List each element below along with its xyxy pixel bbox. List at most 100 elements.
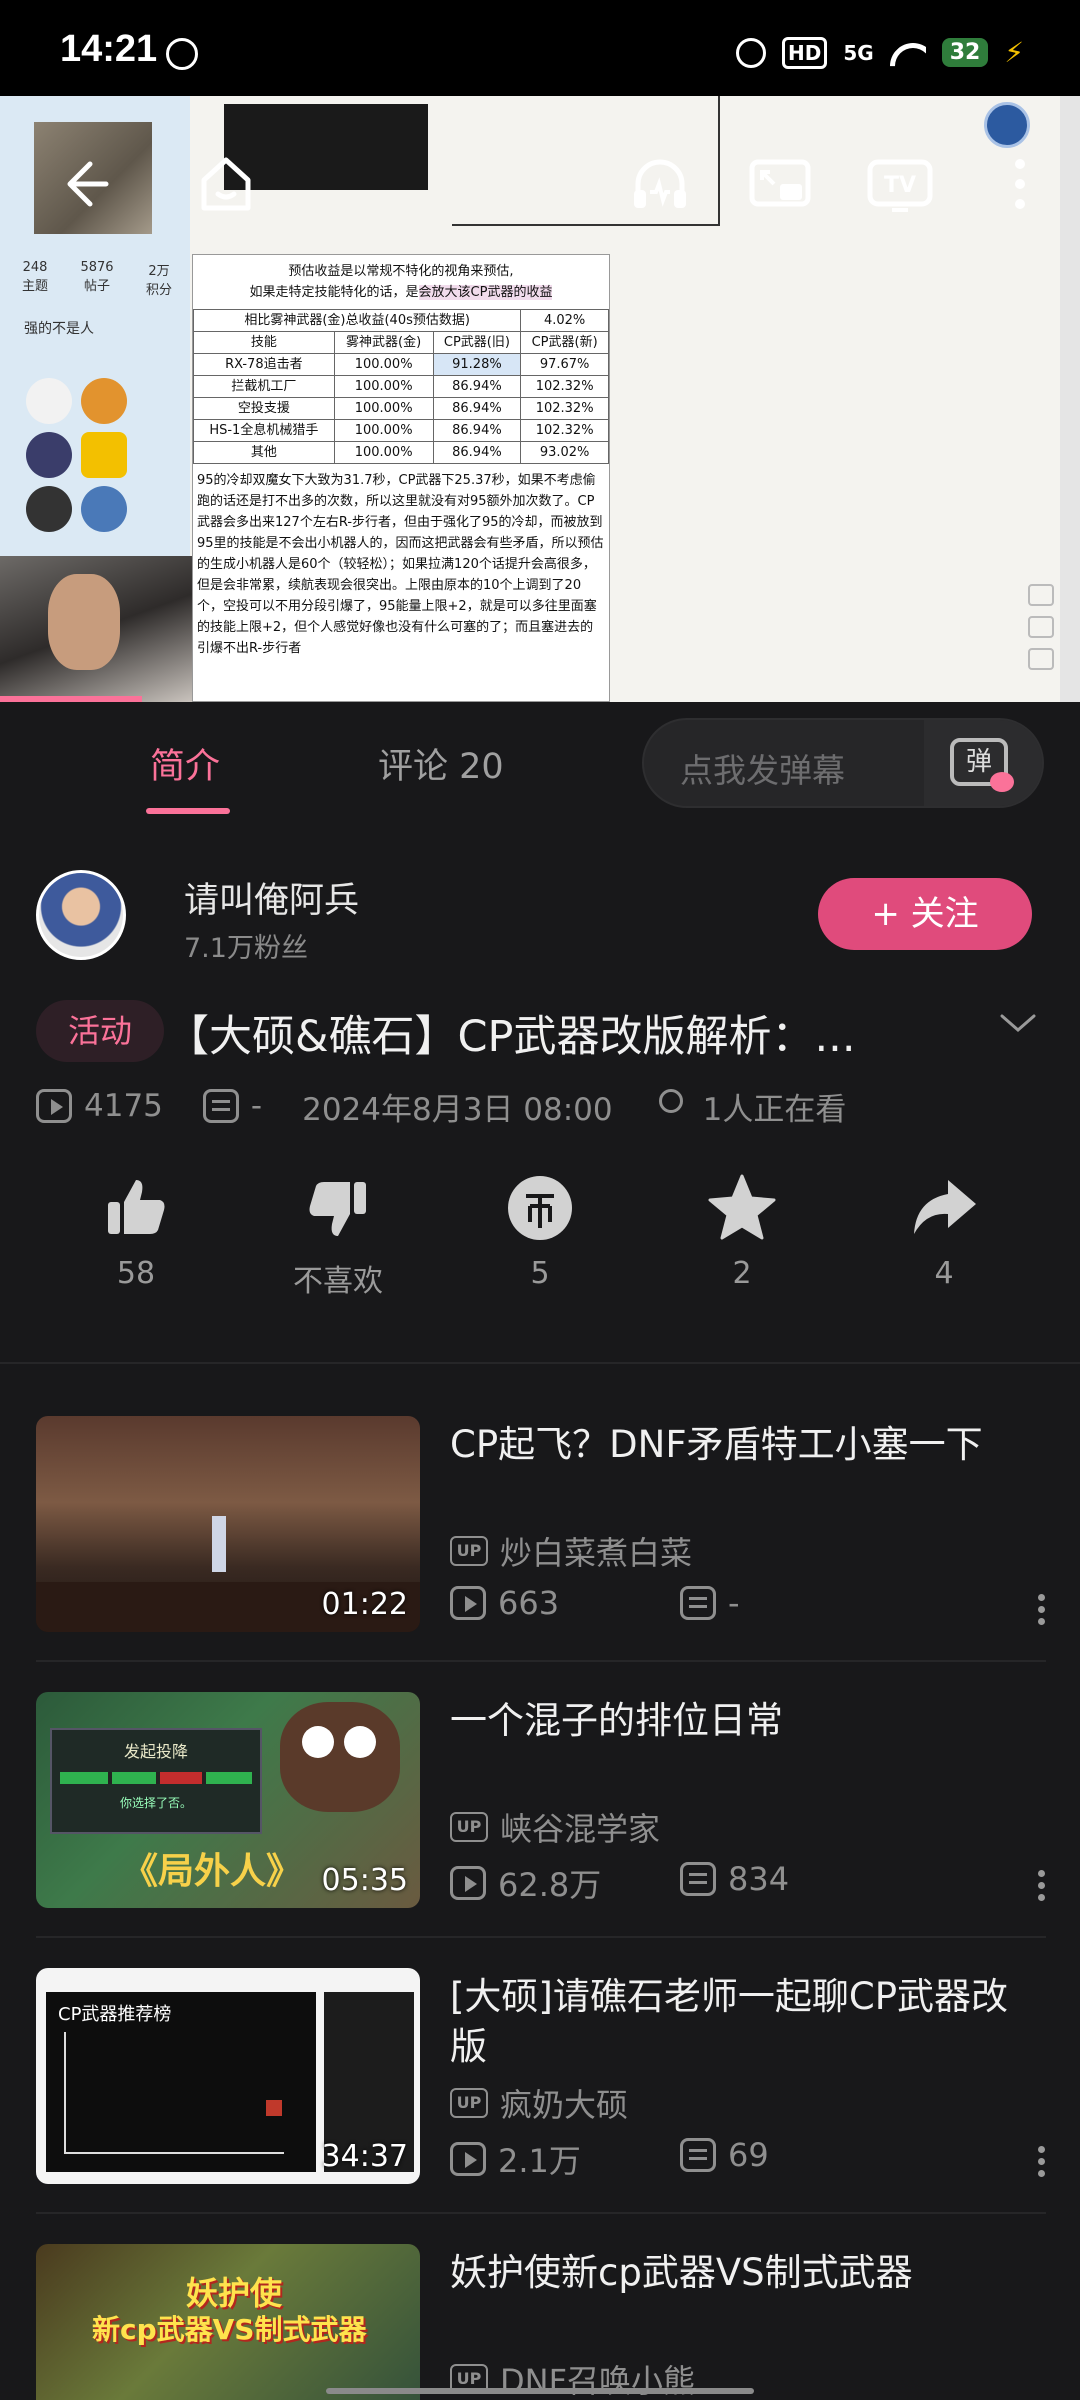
avatar[interactable] [36,870,126,960]
video-title[interactable]: CP起飞？DNF矛盾特工小塞一下 [450,1420,1040,1470]
thumb-vote-bar [60,1772,252,1784]
table-title: 相比雾神武器(金)总收益(40s预估数据) [192,309,522,332]
forum-stat-value: 248 [22,260,48,275]
table-header-cell: CP武器(旧) [432,331,522,354]
home-indicator[interactable] [326,2388,754,2394]
video-player[interactable]: 248 主题 5876 帖子 2万 积分 强的不是人 预估收益是以常规不特化的视角来预… [0,96,1080,702]
video-thumbnail[interactable]: CP武器推荐榜 34:37 [36,1968,420,2184]
doc-note-prefix: 如果走特定技能特化的话，是 [249,285,419,300]
uploader-name[interactable]: 峡谷混学家 [500,1804,660,1850]
table-header-cell: 技能 [193,331,335,354]
table-cell: 100.00% [333,375,434,398]
follow-button[interactable]: + 关注 [818,878,1032,950]
view-count: 2.1万 [498,2142,581,2180]
cast-tv-icon[interactable]: TV [866,150,934,218]
danmaku-count-icon [680,1586,716,1620]
play-count-icon [36,1089,72,1123]
video-thumbnail[interactable]: 发起投降 你选择了否。 《局外人》 05:35 [36,1692,420,1908]
table-row: 其他 100.00% 86.94% 93.02% [193,441,609,464]
list-item[interactable]: 妖护使 新cp武器VS制式武器 妖护使新cp武器VS制式武器 UP DNF召唤小熊 [36,2244,1046,2400]
table-row: 拦截机工厂 100.00% 86.94% 102.32% [193,375,609,398]
danmaku-count-icon [680,2138,716,2172]
uploader-name[interactable]: 炒白菜煮白菜 [500,1528,692,1574]
forum-stat-label: 积分 [145,283,172,298]
status-bar: 14:21 HD 5G 32 ⚡ [0,0,1080,96]
status-icons: HD 5G 32 ⚡ [736,36,1024,69]
doc-note-highlight: 会放大该CP武器的收益 [418,285,553,300]
table-cell: 空投支援 [193,397,335,420]
tab-intro[interactable]: 简介 [150,738,220,789]
tab-comments[interactable]: 评论 20 [378,738,504,789]
thumb-character [212,1516,226,1572]
status-time: 14:21 [60,28,158,70]
like-button[interactable]: 58 [56,1172,216,1291]
favorite-button[interactable]: 2 [662,1172,822,1291]
table-header: 技能 雾神武器(金) CP武器(旧) CP武器(新) [193,331,609,354]
table-cell: 100.00% [333,419,434,442]
table-row: HS-1全息机械猎手 100.00% 86.94% 102.32% [193,419,609,442]
divider [36,2212,1046,2214]
share-button[interactable]: 4 [864,1172,1024,1291]
list-item[interactable]: 01:22 CP起飞？DNF矛盾特工小塞一下 UP 炒白菜煮白菜 663 - [36,1416,1046,1636]
dislike-button[interactable]: 不喜欢 [258,1172,418,1300]
audio-icon[interactable] [626,150,694,218]
more-options-icon[interactable] [1038,1594,1046,1628]
table-title-value: 4.02% [520,309,609,332]
thumb-overlay-text: 发起投降 [123,1742,188,1761]
table-cell: 86.94% [432,375,522,398]
table-cell: 97.67% [520,353,609,376]
battery-icon: 32 [941,38,989,67]
badge-icon [81,432,128,478]
dislike-label: 不喜欢 [293,1264,383,1299]
video-title[interactable]: [大硕]请礁石老师一起聊CP武器改版 [450,1972,1040,2072]
table-header-cell: CP武器(新) [520,331,609,354]
alarm-icon [736,37,767,68]
like-count: 58 [116,1256,156,1291]
table-cell: RX-78追击者 [193,353,335,376]
danmu-toggle-button[interactable]: 弹 [924,720,1042,806]
more-options-icon[interactable] [1038,2146,1046,2180]
badge-icon [26,486,72,532]
chevron-down-icon[interactable] [998,1004,1038,1044]
play-count-icon [450,1866,486,1900]
pip-icon[interactable] [746,150,814,218]
forum-stat-label: 主题 [22,279,49,294]
table-cell: 100.00% [333,397,434,420]
video-title[interactable]: 【大硕&礁石】CP武器改版解析：... [166,1002,956,1064]
coin-button[interactable]: 5 [460,1172,620,1291]
table-row: 空投支援 100.00% 86.94% 102.32% [193,397,609,420]
danmu-icon: 弹 [950,738,1014,792]
list-item[interactable]: CP武器推荐榜 34:37 [大硕]请礁石老师一起聊CP武器改版 UP 疯奶大硕 … [36,1968,1046,2188]
up-icon: UP [450,1812,488,1842]
divider [36,1936,1046,1938]
home-icon[interactable] [192,150,260,218]
badge-icon [81,378,128,424]
back-icon[interactable] [50,150,118,218]
favorite-count: 2 [732,1256,752,1291]
star-icon [706,1172,778,1244]
list-item[interactable]: 发起投降 你选择了否。 《局外人》 05:35 一个混子的排位日常 UP 峡谷混学… [36,1692,1046,1912]
more-options-icon[interactable] [1038,1870,1046,1904]
video-duration: 05:35 [321,1863,408,1898]
uploader-name[interactable]: 请叫俺阿兵 [184,872,359,923]
activity-tag[interactable]: 活动 [36,1000,164,1062]
doc-body-text: 95的冷却双魔女下大致为31.7秒，CP武器下25.37秒，如果不考虑偷跑的话还… [197,473,604,656]
doc-note: 预估收益是以常规不特化的视角来预估, 如果走特定技能特化的话，是会放大该CP武器… [193,255,609,309]
coin-icon [504,1172,576,1244]
uploader-name[interactable]: 疯奶大硕 [500,2080,628,2126]
video-duration: 01:22 [321,1587,408,1622]
thumb-caption: 《局外人》 [122,1851,303,1892]
video-thumbnail[interactable]: 妖护使 新cp武器VS制式武器 [36,2244,420,2400]
video-thumbnail[interactable]: 01:22 [36,1416,420,1632]
danmu-input[interactable]: 点我发弹幕 弹 [642,718,1044,808]
badge-icon [26,378,72,424]
video-title[interactable]: 一个混子的排位日常 [450,1696,1040,1746]
table-cell: 拦截机工厂 [193,375,335,398]
more-icon[interactable] [986,150,1054,218]
tab-indicator [146,808,230,814]
video-title[interactable]: 妖护使新cp武器VS制式武器 [450,2248,1040,2298]
comment-tool-icon [1028,584,1054,606]
list-tool-icon [1028,648,1054,670]
divider [36,1660,1046,1662]
uploader-row: 请叫俺阿兵 7.1万粉丝 + 关注 [0,860,1080,970]
